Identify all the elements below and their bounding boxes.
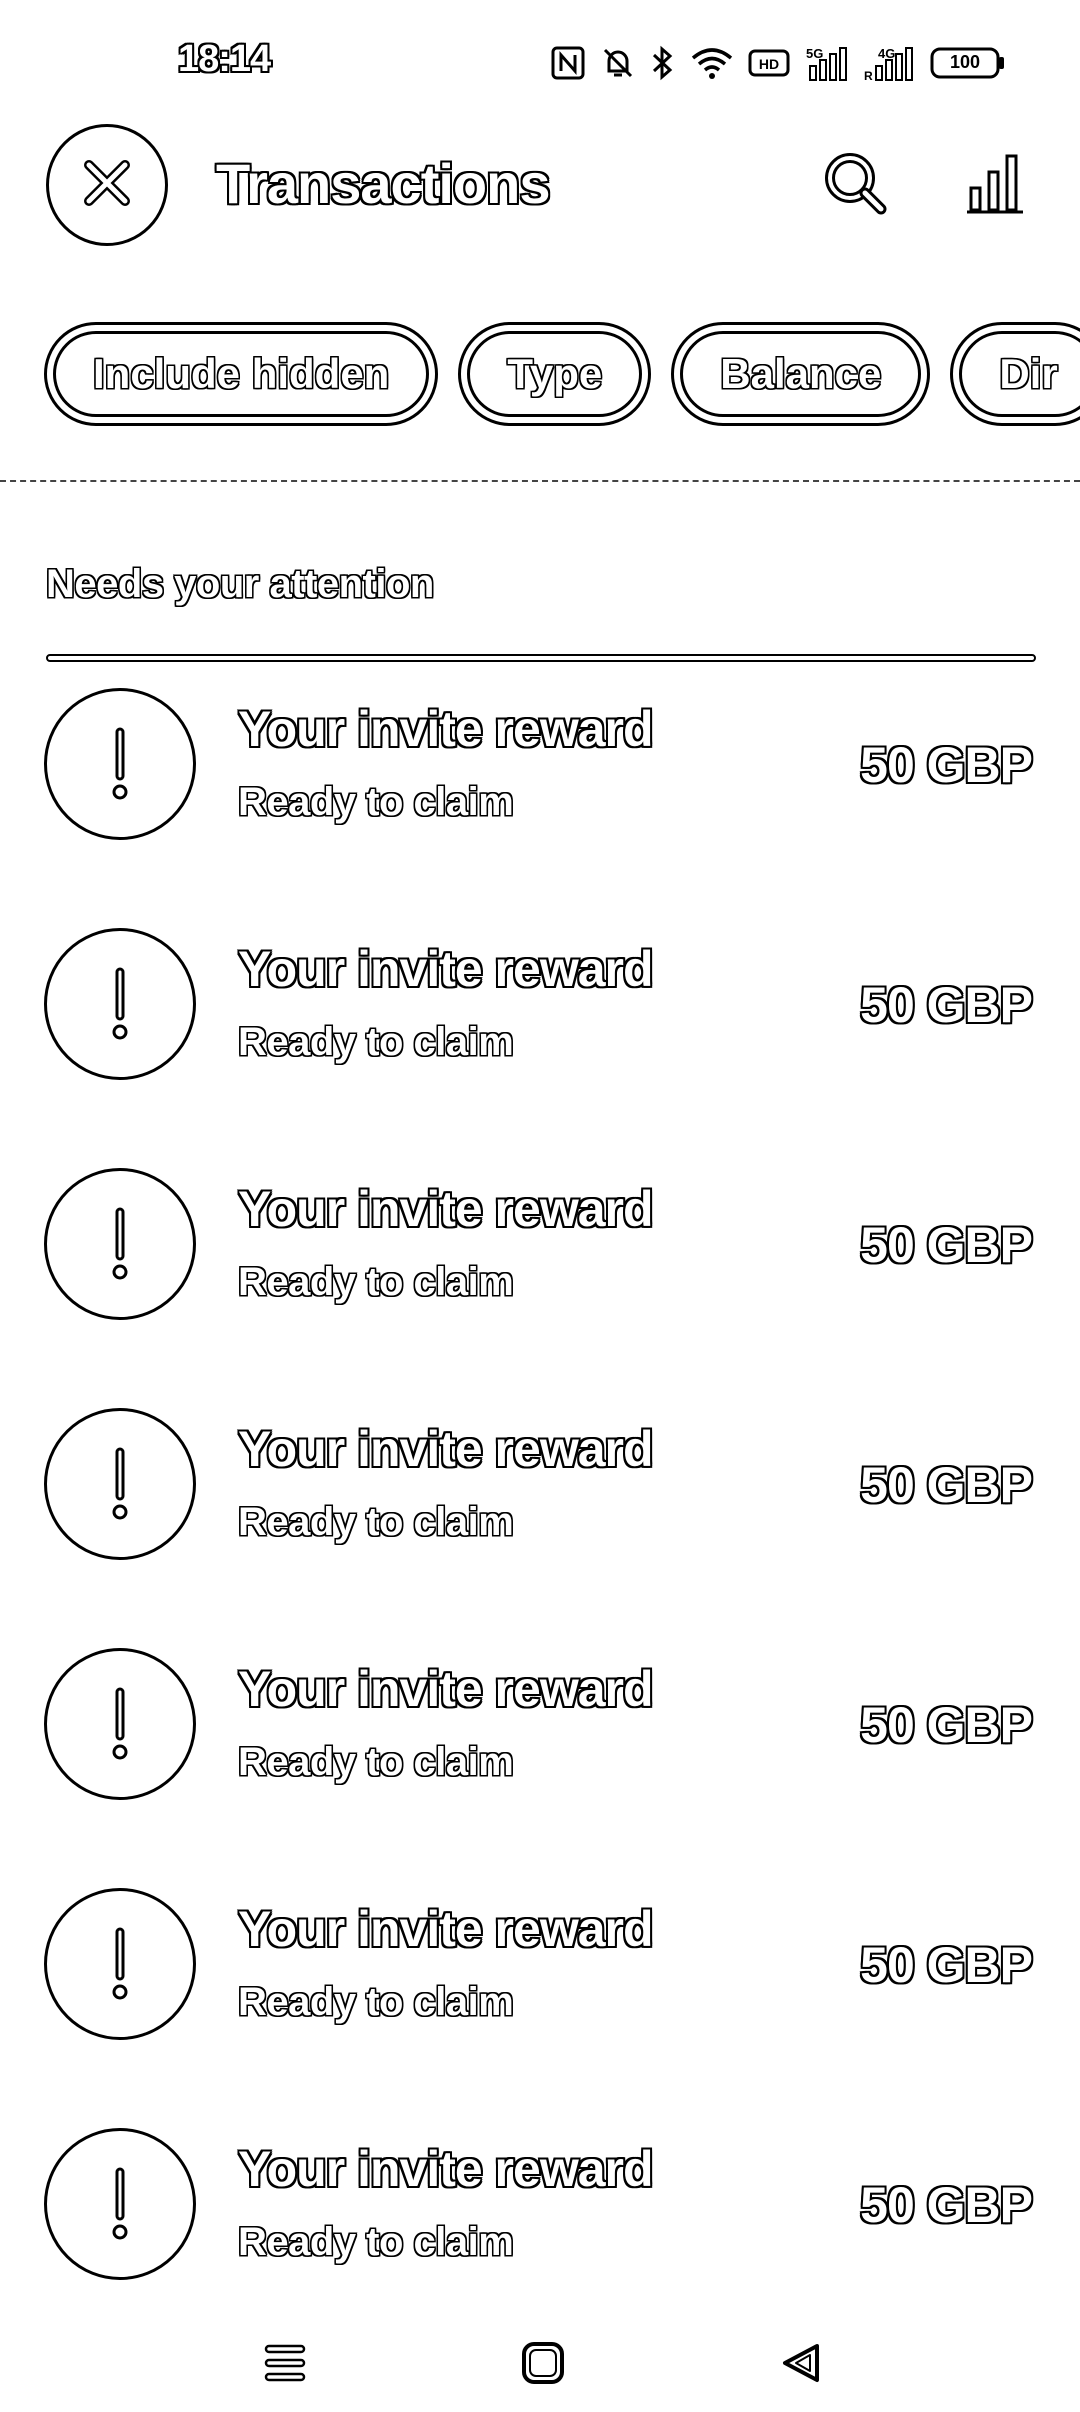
search-icon (821, 149, 889, 222)
recent-apps-button[interactable] (250, 2330, 320, 2400)
app-bar: Transactions (0, 115, 1080, 255)
transaction-subtitle: Ready to claim (238, 1020, 514, 1064)
transaction-subtitle: Ready to claim (238, 1500, 514, 1544)
transaction-amount: 50 GBP (860, 1457, 1033, 1513)
alert-icon (44, 688, 196, 840)
status-time: 18:14 (178, 38, 271, 80)
transaction-title: Your invite reward (238, 1661, 654, 1717)
section-divider (46, 654, 1036, 662)
chip-label: Include hidden (93, 350, 390, 397)
chip-label: Balance (720, 350, 882, 397)
transaction-item[interactable]: Your invite reward Ready to claim 50 GBP (0, 1400, 1080, 1640)
transaction-item[interactable]: Your invite reward Ready to claim 50 GBP (0, 680, 1080, 920)
chip-include-hidden[interactable]: Include hidden (44, 322, 439, 426)
wifi-icon (690, 45, 734, 81)
back-icon (779, 2340, 825, 2391)
search-button[interactable] (815, 145, 895, 225)
transaction-amount: 50 GBP (860, 977, 1033, 1033)
alert-icon (44, 928, 196, 1080)
transaction-item[interactable]: Your invite reward Ready to claim 50 GBP (0, 920, 1080, 1160)
chip-direction[interactable]: Dir (950, 322, 1080, 426)
menu-icon (262, 2340, 308, 2391)
signal-5g-icon: 5G (804, 44, 850, 82)
transaction-subtitle: Ready to claim (238, 2220, 514, 2264)
close-button[interactable] (46, 124, 168, 246)
filter-chips: Include hidden Type Balance Dir (44, 322, 1080, 432)
alert-icon (44, 1648, 196, 1800)
transaction-subtitle: Ready to claim (238, 1980, 514, 2024)
svg-text:HD: HD (759, 56, 779, 72)
transaction-amount: 50 GBP (860, 1217, 1033, 1273)
hd-icon: HD (748, 47, 790, 79)
close-icon (79, 155, 135, 216)
battery-level: 100 (949, 52, 981, 72)
alert-icon (44, 1888, 196, 2040)
signal-4g-icon: 4G R (864, 44, 916, 82)
transaction-item[interactable]: Your invite reward Ready to claim 50 GBP (0, 1160, 1080, 1400)
transactions-screen: 18:14 HD 5G 4G R 100 Transactions Includ… (0, 0, 1080, 2412)
transaction-title: Your invite reward (238, 2141, 654, 2197)
status-icons: HD 5G 4G R 100 (550, 40, 1006, 86)
transaction-subtitle: Ready to claim (238, 1740, 514, 1784)
home-icon (519, 2339, 567, 2392)
mute-icon (600, 45, 636, 81)
transaction-subtitle: Ready to claim (238, 1260, 514, 1304)
transaction-item[interactable]: Your invite reward Ready to claim 50 GBP (0, 1880, 1080, 2120)
transaction-title: Your invite reward (238, 701, 654, 757)
section-title: Needs your attention (46, 562, 434, 606)
chip-type[interactable]: Type (458, 322, 652, 426)
transaction-title: Your invite reward (238, 941, 654, 997)
transaction-item[interactable]: Your invite reward Ready to claim 50 GBP (0, 1640, 1080, 1880)
back-button[interactable] (767, 2330, 837, 2400)
home-button[interactable] (508, 2330, 578, 2400)
transaction-amount: 50 GBP (860, 1937, 1033, 1993)
transaction-amount: 50 GBP (860, 737, 1033, 793)
transaction-list: Your invite reward Ready to claim 50 GBP… (0, 680, 1080, 2360)
transaction-title: Your invite reward (238, 1181, 654, 1237)
stats-button[interactable] (955, 145, 1035, 225)
svg-text:4G: 4G (878, 46, 895, 61)
alert-icon (44, 1168, 196, 1320)
transaction-amount: 50 GBP (860, 1697, 1033, 1753)
alert-icon (44, 1408, 196, 1560)
chip-label: Dir (999, 350, 1058, 397)
bluetooth-icon (650, 45, 676, 81)
transaction-title: Your invite reward (238, 1901, 654, 1957)
alert-icon (44, 2128, 196, 2280)
nfc-icon (550, 45, 586, 81)
status-bar: 18:14 HD 5G 4G R 100 (0, 0, 1080, 120)
svg-text:R: R (864, 69, 873, 82)
system-nav-bar (0, 2310, 1080, 2412)
transaction-subtitle: Ready to claim (238, 780, 514, 824)
battery-icon: 100 (930, 46, 1006, 80)
transaction-title: Your invite reward (238, 1421, 654, 1477)
page-title: Transactions (216, 152, 550, 215)
header-divider (0, 480, 1080, 482)
svg-text:5G: 5G (806, 46, 823, 61)
transaction-amount: 50 GBP (860, 2177, 1033, 2233)
chip-label: Type (507, 350, 603, 397)
bar-chart-icon (965, 150, 1025, 221)
chip-balance[interactable]: Balance (671, 322, 931, 426)
